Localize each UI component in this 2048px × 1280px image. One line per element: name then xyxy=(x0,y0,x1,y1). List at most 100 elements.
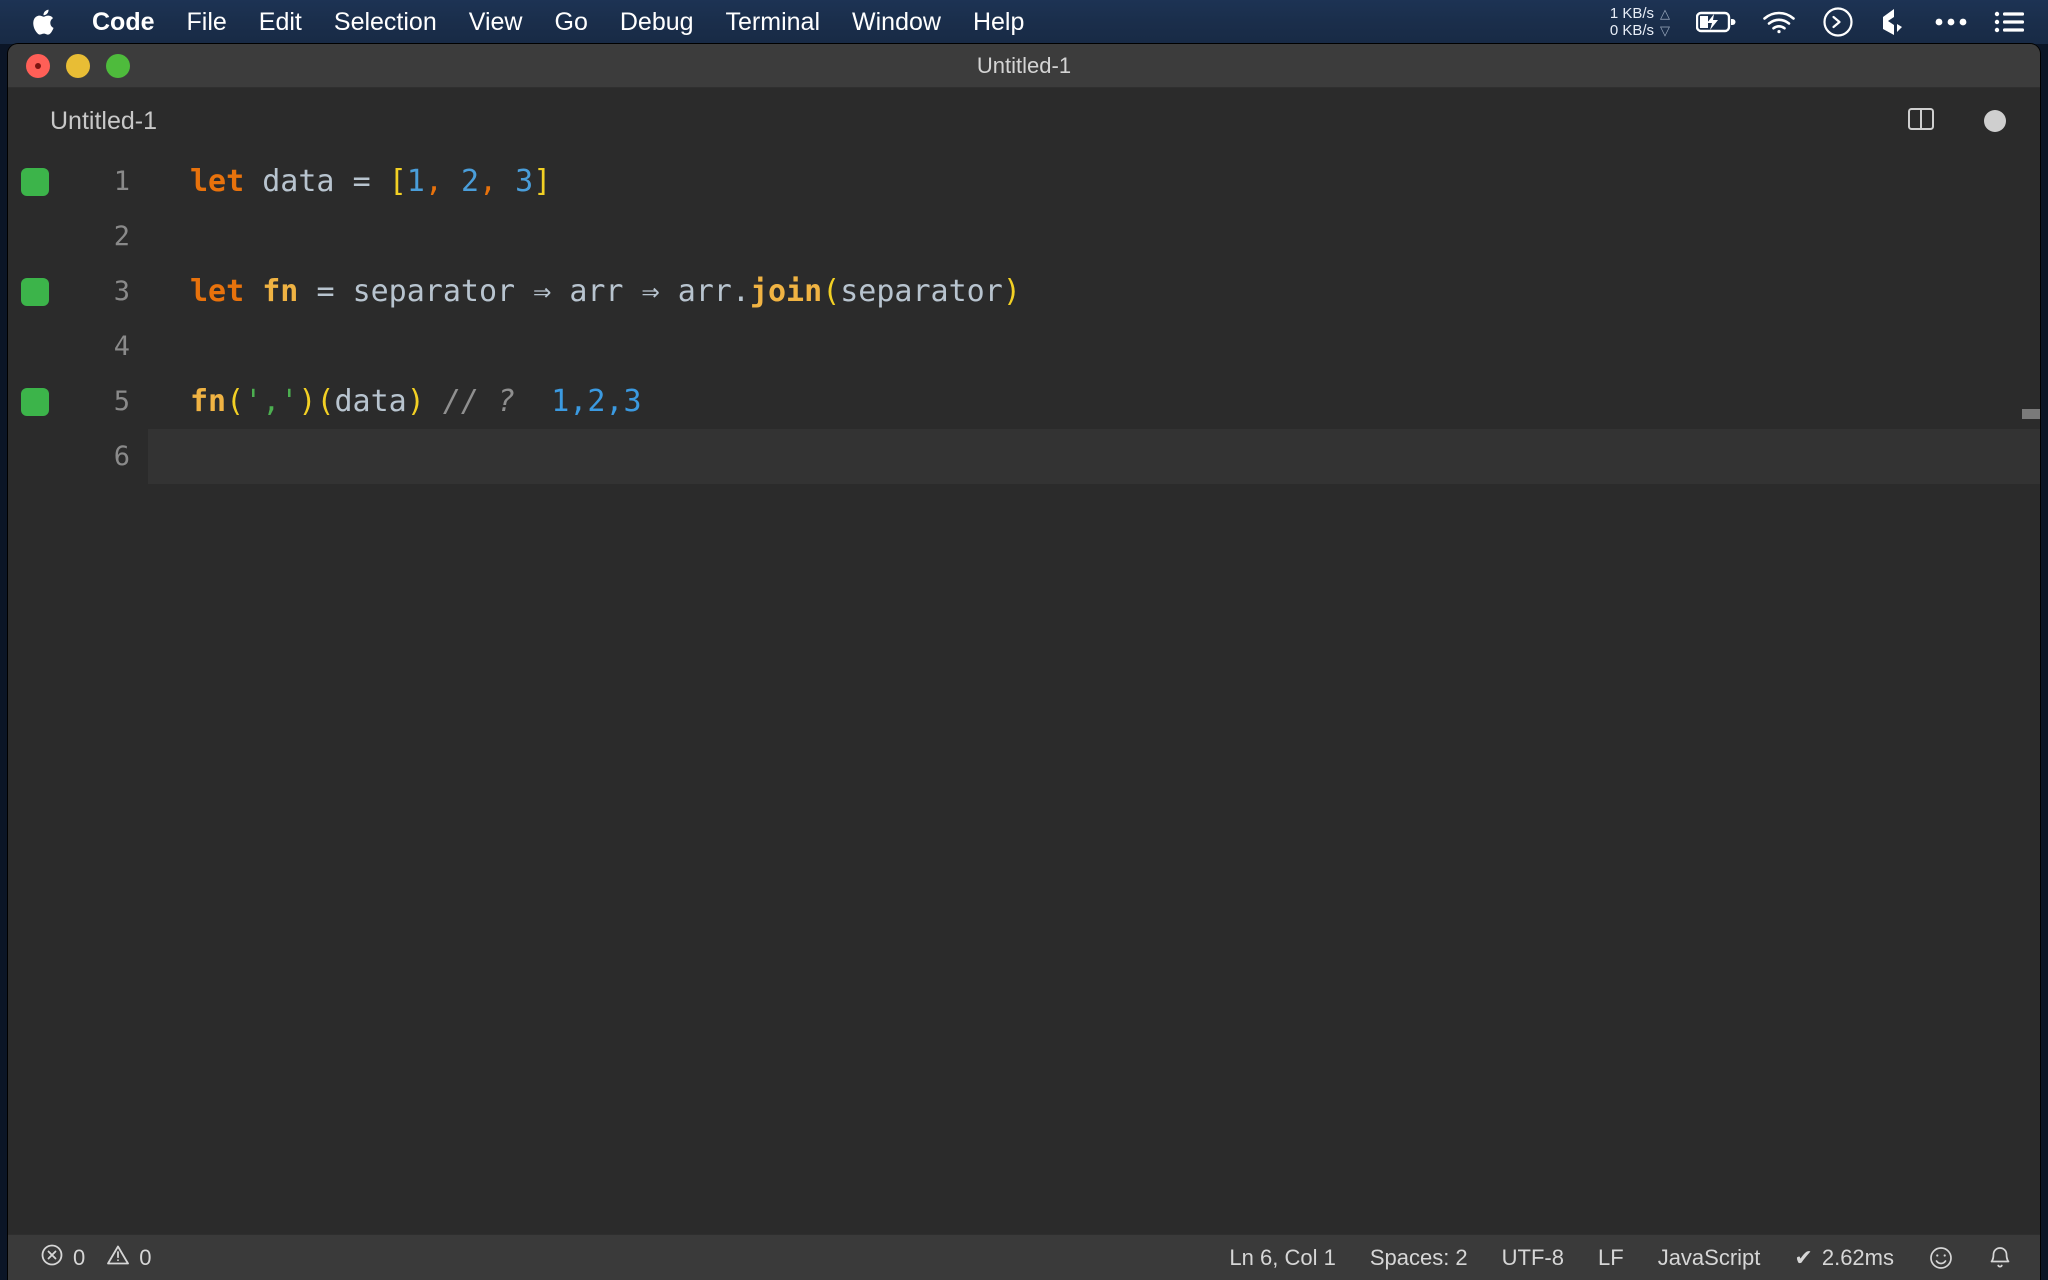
editor-line[interactable]: 5 fn(',')(data) // ? 1,2,3 xyxy=(8,374,2040,429)
run-duration: 2.62ms xyxy=(1821,1244,1894,1270)
code-token: ( xyxy=(822,274,841,309)
editor-tab-bar: Untitled-1 xyxy=(8,88,2040,154)
bell-icon[interactable] xyxy=(1988,1245,2012,1271)
error-count: 0 xyxy=(73,1244,86,1270)
code-token: ⇒ xyxy=(641,274,660,309)
line-number: 4 xyxy=(113,331,130,362)
macos-menu-bar: Code File Edit Selection View Go Debug T… xyxy=(0,0,2048,44)
menu-item-terminal[interactable]: Terminal xyxy=(710,0,836,44)
code-token: 1 xyxy=(406,164,425,199)
network-download-speed: 0 KB/s xyxy=(1609,22,1654,39)
code-token: data xyxy=(262,164,335,199)
code-token: let xyxy=(190,164,245,199)
code-token: ',' xyxy=(244,384,299,419)
menu-item-debug[interactable]: Debug xyxy=(604,0,710,44)
status-bar: 0 0 Ln 6, Col 1 Spaces: 2 UTF-8 LF JavaS… xyxy=(8,1234,2040,1280)
line-number: 5 xyxy=(113,386,130,417)
menu-item-go[interactable]: Go xyxy=(539,0,604,44)
warning-triangle-icon xyxy=(106,1243,130,1273)
line-code[interactable]: fn(',')(data) // ? 1,2,3 xyxy=(148,374,2040,429)
menu-item-code[interactable]: Code xyxy=(76,0,171,44)
menu-item-help[interactable]: Help xyxy=(957,0,1040,44)
scrollbar-thumb[interactable] xyxy=(2022,409,2040,419)
unsaved-dot-icon[interactable] xyxy=(1984,110,2006,132)
editor-actions xyxy=(1906,104,2040,139)
error-circle-icon xyxy=(40,1243,64,1273)
line-number: 6 xyxy=(113,441,130,472)
tab-untitled-1[interactable]: Untitled-1 xyxy=(8,88,183,154)
apple-logo-icon[interactable] xyxy=(30,7,56,37)
indentation-setting[interactable]: Spaces: 2 xyxy=(1370,1245,1468,1271)
code-token: ( xyxy=(226,384,245,419)
editor-scrollbar[interactable] xyxy=(2022,154,2040,1234)
code-token: data xyxy=(334,384,407,419)
network-upload-speed: 1 KB/s xyxy=(1609,5,1654,22)
code-token: . xyxy=(731,274,750,309)
upload-arrow-icon: △ xyxy=(1660,6,1670,21)
editor-line[interactable]: 1 let data = [1, 2, 3] xyxy=(8,154,2040,209)
code-token: let xyxy=(190,274,245,309)
window-title-bar: Untitled-1 xyxy=(8,44,2040,88)
code-token: join xyxy=(749,274,823,309)
code-token: , xyxy=(424,164,443,199)
code-editor[interactable]: 1 let data = [1, 2, 3] 2 3 let fn = separato… xyxy=(8,154,2040,1234)
code-token: ] xyxy=(533,164,552,199)
cursor-position[interactable]: Ln 6, Col 1 xyxy=(1229,1245,1335,1271)
warning-count: 0 xyxy=(139,1244,152,1270)
menu-item-edit[interactable]: Edit xyxy=(243,0,318,44)
line-code[interactable]: let data = [1, 2, 3] xyxy=(148,154,2040,209)
menu-item-view[interactable]: View xyxy=(453,0,539,44)
line-code[interactable] xyxy=(148,429,2040,484)
code-token: 2 xyxy=(460,164,479,199)
ellipsis-icon[interactable] xyxy=(1934,17,1968,27)
dropbox-icon[interactable] xyxy=(1880,7,1908,37)
code-token: separator xyxy=(840,274,1003,309)
code-token: // xyxy=(442,384,479,419)
line-number: 2 xyxy=(113,221,130,252)
smiley-icon[interactable] xyxy=(1928,1245,1954,1271)
language-mode[interactable]: JavaScript xyxy=(1658,1245,1761,1271)
battery-charging-icon[interactable] xyxy=(1696,10,1736,34)
split-editor-icon[interactable] xyxy=(1906,104,1936,139)
editor-line[interactable]: 4 xyxy=(8,319,2040,374)
encoding-setting[interactable]: UTF-8 xyxy=(1502,1245,1564,1271)
code-token: ) xyxy=(406,384,425,419)
editor-line[interactable]: 2 xyxy=(8,209,2040,264)
menu-item-window[interactable]: Window xyxy=(836,0,957,44)
gutter-decoration xyxy=(8,387,62,416)
menu-item-file[interactable]: File xyxy=(171,0,243,44)
gutter-decoration xyxy=(8,277,62,306)
eol-setting[interactable]: LF xyxy=(1598,1245,1624,1271)
wifi-icon[interactable] xyxy=(1762,10,1796,34)
problems-status[interactable]: 0 0 xyxy=(40,1243,152,1273)
line-code[interactable] xyxy=(148,209,2040,264)
run-status[interactable]: ✔ 2.62ms xyxy=(1794,1245,1894,1271)
code-token: = xyxy=(352,164,371,199)
editor-line[interactable]: 3 let fn = separator ⇒ arr ⇒ arr. join(sep… xyxy=(8,264,2040,319)
line-code[interactable]: let fn = separator ⇒ arr ⇒ arr. join(sepa… xyxy=(148,264,2040,319)
code-token: ? xyxy=(497,384,516,419)
gutter-decoration xyxy=(8,167,62,196)
code-token: fn xyxy=(262,274,299,309)
network-speed-indicator[interactable]: 1 KB/s 0 KB/s △ ▽ xyxy=(1610,5,1670,39)
editor-line[interactable]: 6 xyxy=(8,429,2040,484)
terminal-circle-icon[interactable] xyxy=(1822,6,1854,38)
code-token: , xyxy=(479,164,498,199)
tab-label: Untitled-1 xyxy=(50,106,157,135)
list-menu-icon[interactable] xyxy=(1994,10,2026,34)
menu-item-selection[interactable]: Selection xyxy=(318,0,453,44)
code-token: ) xyxy=(298,384,317,419)
code-token: separator xyxy=(352,274,516,309)
line-code[interactable] xyxy=(148,319,2040,374)
